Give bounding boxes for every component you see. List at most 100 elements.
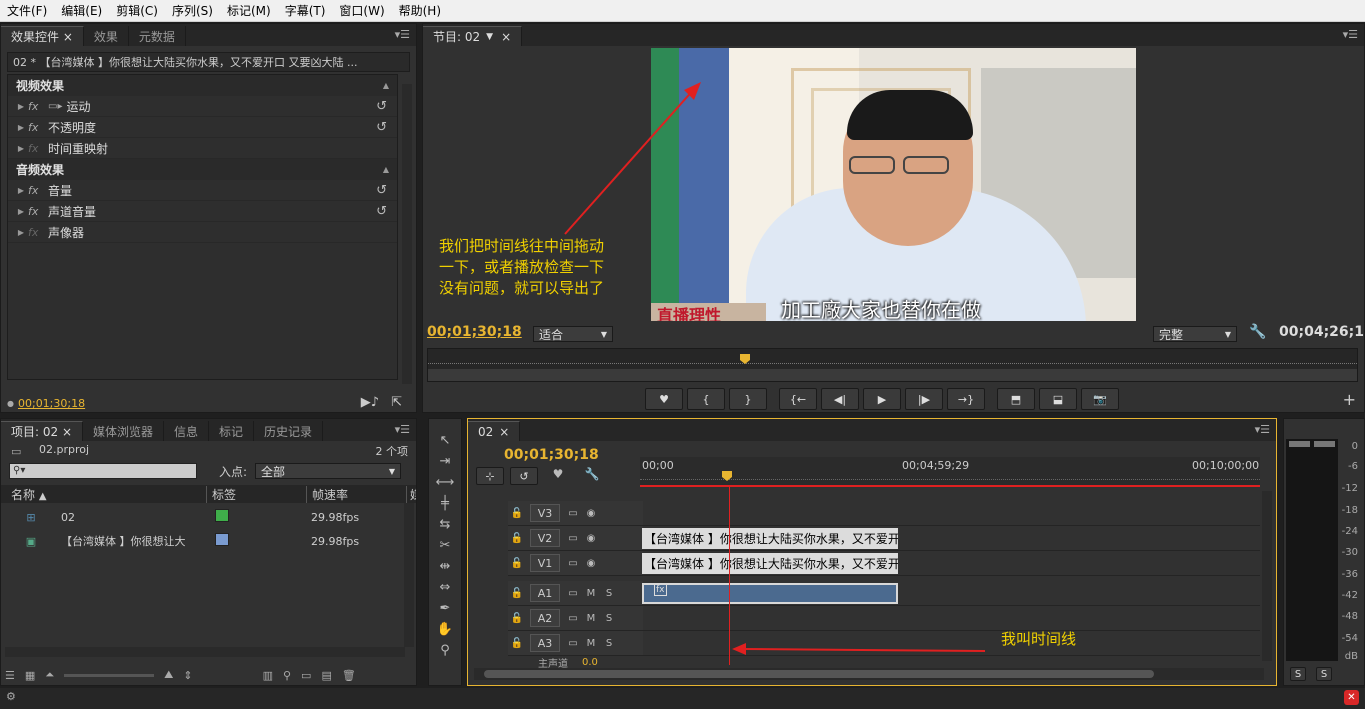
eye-icon[interactable]: ◉ [582, 508, 600, 519]
reset-icon[interactable]: ↺ [376, 183, 387, 198]
program-scrubber[interactable] [427, 348, 1358, 382]
razor-icon[interactable]: ✂ [434, 535, 456, 555]
lock-icon[interactable]: 🔓 [508, 613, 526, 624]
menu-sequence[interactable]: 序列(S) [165, 2, 220, 19]
mark-out-button[interactable]: } [729, 388, 767, 410]
panel-menu-icon[interactable]: ▾☰ [1343, 28, 1358, 41]
wrench-icon[interactable]: 🔧 [578, 467, 606, 485]
search-input[interactable]: ⚲▾ [9, 463, 197, 479]
tab-metadata[interactable]: 元数据 [129, 26, 186, 46]
rate-stretch-icon[interactable]: ⇆ [434, 514, 456, 534]
time-ruler[interactable]: 00;00 00;04;59;29 00;10;00;00 [640, 457, 1260, 487]
snap-icon[interactable]: ⊹ [476, 467, 504, 485]
dropdown-arrow-icon[interactable]: ▼ [486, 32, 493, 42]
vertical-scrollbar[interactable] [402, 84, 412, 384]
table-row[interactable]: ▣ 【台湾媒体 】你很想让大 29.98fps [1, 529, 406, 553]
tab-markers[interactable]: 标记 [209, 421, 255, 441]
menu-edit[interactable]: 编辑(E) [54, 2, 109, 19]
effect-volume[interactable]: ▶ fx 音量 ↺ [8, 180, 397, 201]
panel-menu-icon[interactable]: ▾☰ [1255, 423, 1270, 436]
mark-in-button[interactable]: { [687, 388, 725, 410]
tab-project[interactable]: 项目: 02 × [1, 421, 83, 441]
track-label[interactable]: A1 [530, 584, 560, 602]
effect-time-remap[interactable]: ▶ fx 时间重映射 [8, 138, 397, 159]
label-color-swatch[interactable] [215, 533, 229, 546]
tab-history[interactable]: 历史记录 [254, 421, 324, 441]
mute-button[interactable]: M [582, 588, 600, 599]
lock-icon[interactable]: 🔓 [508, 508, 526, 519]
extract-button[interactable]: ⬓ [1039, 388, 1077, 410]
expand-icon[interactable]: ▶ [14, 186, 28, 195]
playhead-line[interactable] [729, 485, 730, 665]
master-value[interactable]: 0.0 [582, 657, 598, 668]
lock-icon[interactable]: 🔓 [508, 558, 526, 569]
column-name[interactable]: 名称 ▲ [1, 486, 206, 503]
lock-icon[interactable]: 🔓 [508, 588, 526, 599]
column-label[interactable]: 标签 [206, 485, 306, 503]
inpoint-select[interactable]: 全部 ▼ [255, 463, 401, 479]
timeline-timecode[interactable]: 00;01;30;18 [504, 447, 599, 463]
play-button[interactable]: ▶ [863, 388, 901, 410]
linked-select-icon[interactable]: ↺ [510, 467, 538, 485]
effect-panner[interactable]: ▶ fx 声像器 [8, 222, 397, 243]
hscroll-thumb[interactable] [484, 670, 1154, 678]
fx-icon[interactable]: fx [28, 121, 44, 134]
eye-icon[interactable]: ◉ [582, 533, 600, 544]
expand-icon[interactable]: ▶ [14, 228, 28, 237]
toggle-output-icon[interactable]: ▭ [564, 638, 582, 649]
tab-program[interactable]: 节目: 02 ▼ × [423, 26, 523, 46]
vertical-scrollbar[interactable] [404, 503, 414, 647]
automate-icon[interactable]: ▥ [263, 669, 273, 682]
lock-icon[interactable]: 🔓 [508, 533, 526, 544]
sort-icons-icon[interactable]: ⇕ [183, 669, 192, 682]
timeline-hscroll[interactable] [474, 668, 1264, 680]
timeline-vscroll[interactable] [1262, 491, 1272, 661]
step-back-button[interactable]: ◀| [821, 388, 859, 410]
expand-icon[interactable]: ▶ [14, 144, 28, 153]
reset-icon[interactable]: ↺ [376, 120, 387, 135]
error-icon[interactable]: ✕ [1344, 690, 1359, 705]
effect-opacity[interactable]: ▶ fx 不透明度 ↺ [8, 117, 397, 138]
mute-button[interactable]: M [582, 638, 600, 649]
effect-motion[interactable]: ▶ fx ▭▸ 运动 ↺ [8, 96, 397, 117]
track-label[interactable]: V3 [530, 504, 560, 522]
solo-button[interactable]: S [600, 638, 618, 649]
ripple-edit-icon[interactable]: ⟷ [434, 472, 456, 492]
toggle-output-icon[interactable]: ▭ [564, 508, 582, 519]
add-marker-icon[interactable]: ♥ [544, 467, 572, 485]
export-icon[interactable]: ⇱ [391, 395, 402, 410]
play-audio-icon[interactable]: ▶♪ [361, 395, 379, 410]
table-row[interactable]: ⊞ 02 29.98fps [1, 505, 406, 529]
expand-icon[interactable]: ▶ [14, 207, 28, 216]
zoom-slider[interactable] [64, 673, 155, 677]
track-select-icon[interactable]: ⇥ [434, 451, 456, 471]
zoom-icon[interactable]: ⚲ [434, 640, 456, 660]
video-frame[interactable]: 直播理性 加工廠大家也替你在做 [651, 48, 1136, 321]
trash-icon[interactable]: 🗑 [342, 669, 356, 682]
fx-icon[interactable]: fx [28, 100, 44, 113]
tab-sequence[interactable]: 02 × [468, 421, 521, 441]
toggle-output-icon[interactable]: ▭ [564, 558, 582, 569]
effect-channel-volume[interactable]: ▶ fx 声道音量 ↺ [8, 201, 397, 222]
toggle-output-icon[interactable]: ▭ [564, 613, 582, 624]
track-label[interactable]: A2 [530, 609, 560, 627]
fx-icon[interactable]: fx [28, 184, 44, 197]
collapse-icon[interactable]: ▲ [383, 165, 389, 174]
find-icon[interactable]: ⚲ [283, 669, 291, 682]
tab-info[interactable]: 信息 [164, 421, 210, 441]
zoom-bar[interactable] [428, 369, 1357, 381]
go-to-in-button[interactable]: {← [779, 388, 817, 410]
expand-icon[interactable]: ▶ [14, 123, 28, 132]
menu-clip[interactable]: 剪辑(C) [109, 2, 165, 19]
sort-icon[interactable]: ▲ [39, 491, 47, 502]
hand-icon[interactable]: ✋ [434, 619, 456, 639]
column-fps[interactable]: 帧速率 [306, 485, 406, 503]
tab-effects[interactable]: 效果 [84, 26, 129, 46]
new-bin-icon[interactable]: ▭ [301, 669, 311, 682]
lock-icon[interactable]: 🔓 [508, 638, 526, 649]
menu-help[interactable]: 帮助(H) [392, 2, 448, 19]
expand-icon[interactable]: ▶ [14, 102, 28, 111]
panel-menu-icon[interactable]: ▾☰ [395, 423, 410, 436]
tab-media-browser[interactable]: 媒体浏览器 [83, 421, 165, 441]
quality-select[interactable]: 完整 ▼ [1153, 326, 1237, 342]
